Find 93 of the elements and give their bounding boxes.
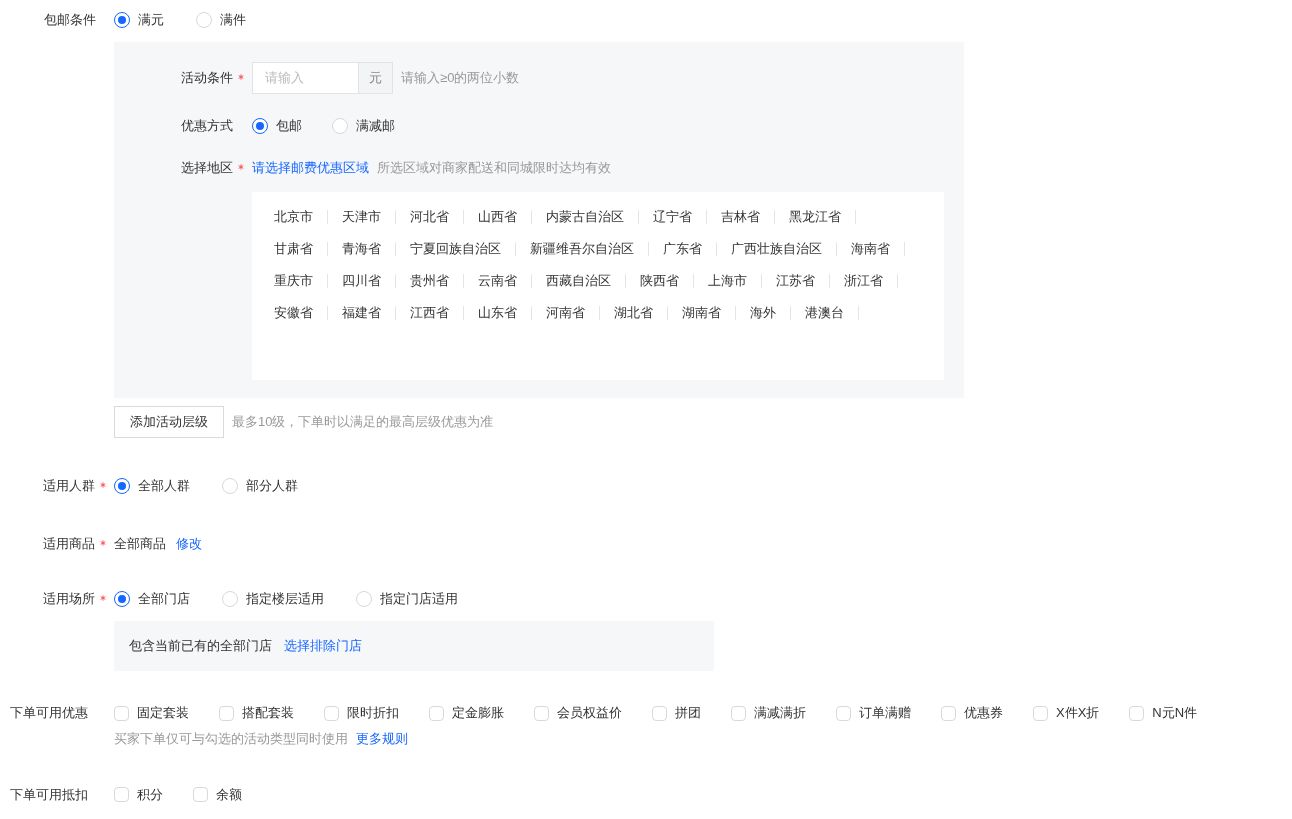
select-region-link[interactable]: 请选择邮费优惠区域 (252, 158, 369, 178)
field-label: 适用人群 (43, 477, 95, 496)
radio-option[interactable]: 全部人群 (114, 476, 190, 496)
edit-link[interactable]: 修改 (176, 534, 202, 554)
radio-option[interactable]: 指定门店适用 (356, 589, 458, 609)
checkbox-option[interactable]: 拼团 (652, 703, 701, 723)
checkbox[interactable] (1033, 705, 1048, 721)
checkbox-option[interactable]: 搭配套装 (219, 703, 294, 723)
checkbox[interactable] (114, 787, 129, 802)
checkbox[interactable] (1129, 705, 1145, 721)
radio-option[interactable]: 满元 (114, 9, 164, 30)
region-item[interactable]: 港澳台 (805, 303, 844, 323)
region-item[interactable]: 新疆维吾尔自治区 (530, 239, 634, 259)
exclude-store-link[interactable]: 选择排除门店 (284, 636, 362, 656)
field-label: 适用商品 (43, 535, 95, 554)
checkbox-option[interactable]: 限时折扣 (324, 703, 399, 723)
hint-text: 最多10级，下单时以满足的最高层级优惠为准 (232, 413, 494, 432)
region-item[interactable]: 云南省 (478, 271, 517, 291)
checkbox[interactable] (836, 705, 851, 721)
checkbox[interactable] (429, 705, 444, 721)
region-item[interactable]: 河南省 (546, 303, 585, 323)
field-label: 适用场所 (43, 590, 95, 609)
radio-option[interactable]: 全部门店 (114, 589, 190, 609)
checkbox-option[interactable]: 优惠券 (941, 703, 1003, 723)
checkbox-option[interactable]: X件X折 (1033, 703, 1100, 723)
checkbox-option[interactable]: 固定套装 (114, 703, 189, 723)
region-item[interactable]: 江西省 (410, 303, 449, 323)
radio-button[interactable] (114, 591, 130, 607)
checkbox-option[interactable]: 满减满折 (731, 703, 806, 723)
field-label: 选择地区 (181, 159, 233, 178)
field-label: 下单可用抵扣 (10, 785, 88, 804)
region-item[interactable]: 福建省 (342, 303, 381, 323)
region-item[interactable]: 湖南省 (682, 303, 721, 323)
region-item[interactable]: 山东省 (478, 303, 517, 323)
region-item[interactable]: 上海市 (708, 271, 747, 291)
region-item[interactable]: 湖北省 (614, 303, 653, 323)
radio-option[interactable]: 包邮 (252, 116, 302, 136)
hint-text: 所选区域对商家配送和同城限时达均有效 (377, 159, 611, 178)
checkbox-option[interactable]: 积分 (114, 784, 163, 805)
radio-button[interactable] (252, 118, 268, 134)
radio-option[interactable]: 部分人群 (222, 476, 298, 496)
region-item[interactable]: 内蒙古自治区 (546, 207, 624, 227)
region-item[interactable]: 广东省 (663, 239, 702, 259)
field-label: 包邮条件 (44, 10, 96, 29)
unit-addon: 元 (358, 63, 392, 93)
region-item[interactable]: 贵州省 (410, 271, 449, 291)
radio-option[interactable]: 指定楼层适用 (222, 589, 324, 609)
checkbox[interactable] (652, 705, 667, 721)
note-text: 包含当前已有的全部门店 (129, 637, 272, 656)
region-item[interactable]: 辽宁省 (653, 207, 692, 227)
checkbox[interactable] (731, 705, 746, 721)
field-label: 下单可用优惠 (10, 704, 88, 723)
checkbox[interactable] (114, 705, 129, 721)
checkbox[interactable] (219, 705, 234, 721)
checkbox-option[interactable]: 余额 (193, 784, 242, 805)
region-item[interactable]: 黑龙江省 (789, 207, 841, 227)
add-tier-button[interactable]: 添加活动层级 (114, 406, 224, 438)
region-item[interactable]: 陕西省 (640, 271, 679, 291)
radio-button[interactable] (114, 11, 130, 28)
region-item[interactable]: 青海省 (342, 239, 381, 259)
region-item[interactable]: 宁夏回族自治区 (410, 239, 501, 259)
hint-text: 买家下单仅可与勾选的活动类型同时使用 (114, 730, 348, 748)
field-value: 全部商品 (114, 535, 166, 554)
region-item[interactable]: 河北省 (410, 207, 449, 227)
region-item[interactable]: 甘肃省 (274, 239, 313, 259)
region-item[interactable]: 海外 (750, 303, 776, 323)
checkbox[interactable] (193, 787, 208, 802)
checkbox-option[interactable]: 会员权益价 (534, 703, 622, 723)
region-item[interactable]: 浙江省 (844, 271, 883, 291)
checkbox-option[interactable]: N元N件 (1129, 703, 1198, 723)
region-item[interactable]: 广西壮族自治区 (731, 239, 822, 259)
field-label: 活动条件 (181, 69, 233, 88)
region-item[interactable]: 江苏省 (776, 271, 815, 291)
checkbox[interactable] (941, 705, 956, 721)
checkbox-option[interactable]: 订单满赠 (836, 703, 911, 723)
region-item[interactable]: 重庆市 (274, 271, 313, 291)
radio-option[interactable]: 满件 (196, 9, 246, 30)
region-item[interactable]: 北京市 (274, 207, 313, 227)
region-item[interactable]: 山西省 (478, 207, 517, 227)
region-item[interactable]: 西藏自治区 (546, 271, 611, 291)
region-item[interactable]: 海南省 (851, 239, 890, 259)
radio-button[interactable] (114, 478, 130, 494)
field-label: 优惠方式 (181, 117, 233, 136)
checkbox[interactable] (534, 705, 549, 721)
region-item[interactable]: 安徽省 (274, 303, 313, 323)
region-item[interactable]: 吉林省 (721, 207, 760, 227)
hint-text: 请输入≥0的两位小数 (401, 69, 520, 88)
checkbox[interactable] (324, 705, 339, 721)
radio-option[interactable]: 满减邮 (332, 116, 395, 136)
checkbox-option[interactable]: 定金膨胀 (429, 703, 504, 723)
region-item[interactable]: 四川省 (342, 271, 381, 291)
more-rules-link[interactable]: 更多规则 (356, 729, 408, 749)
region-item[interactable]: 天津市 (342, 207, 381, 227)
